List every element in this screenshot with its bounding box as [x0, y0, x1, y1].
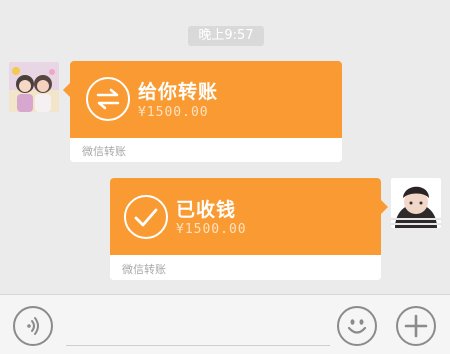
sender-avatar[interactable] [9, 62, 59, 112]
transfer-card-footer: 微信转账 [110, 256, 381, 280]
message-input[interactable] [66, 307, 330, 346]
bubble-tail [381, 200, 388, 214]
transfer-title: 给你转账 [138, 81, 219, 103]
transfer-arrows-icon [86, 77, 130, 121]
transfer-title: 已收钱 [176, 199, 237, 221]
user-avatar[interactable] [391, 178, 441, 228]
transfer-card-footer: 微信转账 [70, 138, 342, 162]
bubble-tail [63, 83, 70, 97]
transfer-footer-label: 微信转账 [122, 263, 166, 276]
checkmark-icon [124, 195, 168, 239]
plus-icon[interactable] [396, 306, 436, 346]
transfer-amount: ¥1500.00 [176, 222, 247, 237]
chat-area: 晚上9:57 给你转账 ¥1500.00 微信转账 已收钱 ¥1500.00 微… [0, 0, 450, 294]
emoji-icon[interactable] [337, 306, 377, 346]
transfer-amount: ¥1500.00 [138, 105, 209, 120]
transfer-card-body: 给你转账 ¥1500.00 [70, 61, 342, 138]
timestamp: 晚上9:57 [188, 26, 264, 46]
transfer-message-incoming[interactable]: 给你转账 ¥1500.00 微信转账 [63, 61, 342, 162]
input-bar [0, 294, 450, 354]
transfer-card-body: 已收钱 ¥1500.00 [110, 178, 381, 255]
transfer-message-outgoing[interactable]: 已收钱 ¥1500.00 微信转账 [110, 178, 388, 280]
transfer-footer-label: 微信转账 [82, 145, 126, 158]
voice-icon[interactable] [13, 306, 53, 346]
